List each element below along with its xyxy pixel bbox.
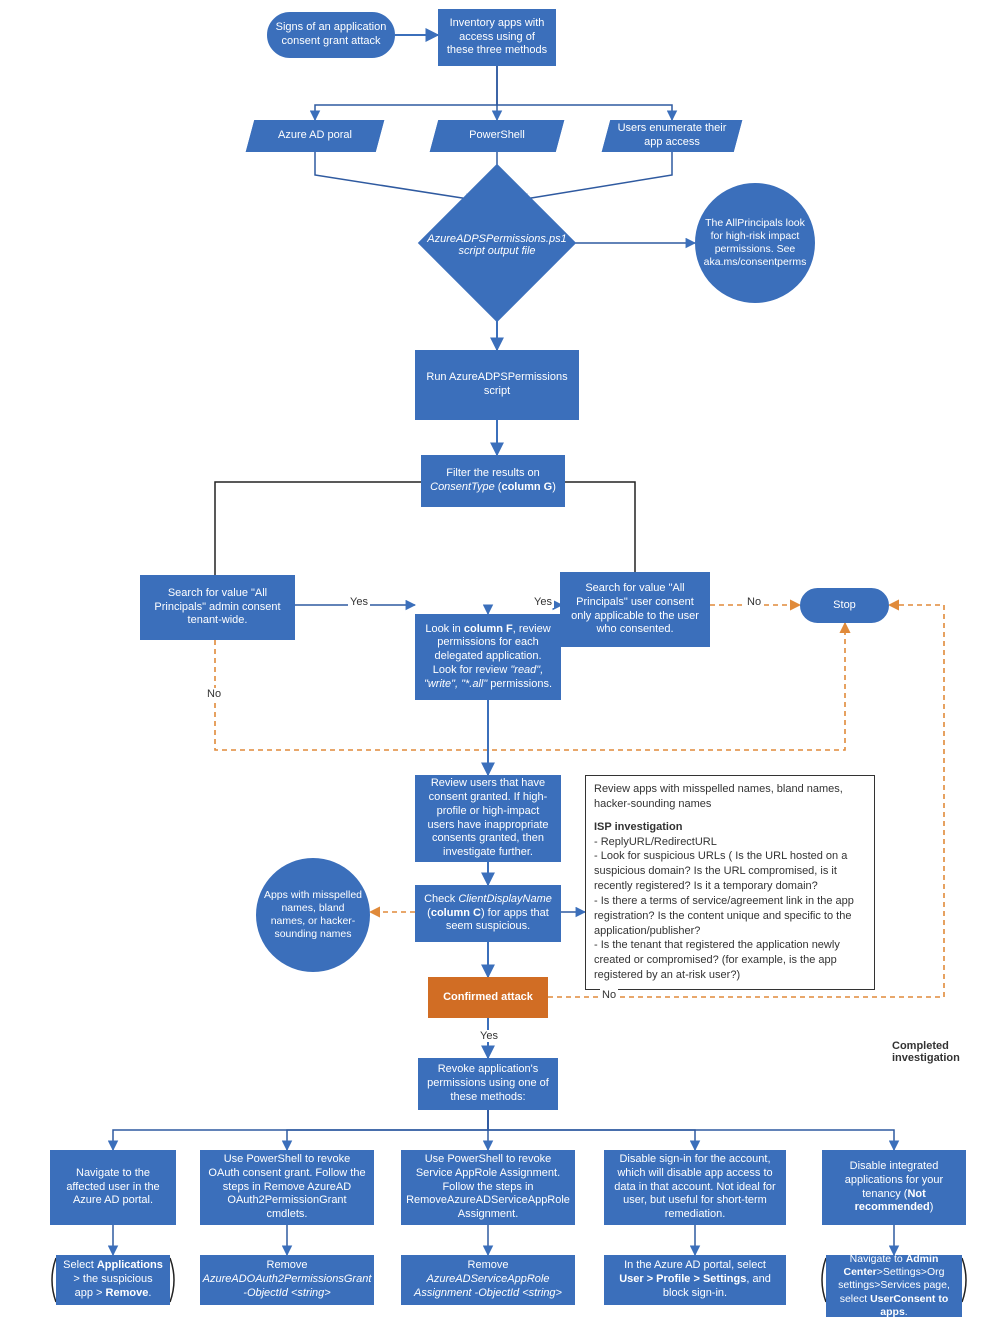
method2-label: Use PowerShell to revoke OAuth consent g… <box>207 1153 367 1222</box>
inventory-step: Inventory apps with access using of thes… <box>438 9 556 66</box>
method1-action-label: Select Applications > the suspicious app… <box>63 1259 163 1300</box>
check-client-step: Check ClientDisplayName (column C) for a… <box>415 885 561 942</box>
note-app-names-label: Apps with misspelled names, bland names,… <box>263 889 363 942</box>
method-azure-portal: Azure AD poral <box>246 120 385 152</box>
method3-ps-approle: Use PowerShell to revoke Service AppRole… <box>401 1150 575 1225</box>
edge-label-yes-confirmed: Yes <box>478 1030 500 1042</box>
confirmed-label: Confirmed attack <box>443 991 533 1005</box>
review-users-label: Review users that have consent granted. … <box>422 777 554 860</box>
method5-disable-integrated: Disable integrated applications for your… <box>822 1150 966 1225</box>
method5-action: Navigate to Admin Center>Settings>Org se… <box>826 1255 962 1317</box>
check-client-label: Check ClientDisplayName (column C) for a… <box>422 893 554 934</box>
note-app-names: Apps with misspelled names, bland names,… <box>256 858 370 972</box>
search-user-step: Search for value "All Principals" user c… <box>560 572 710 647</box>
review-users-step: Review users that have consent granted. … <box>415 775 561 862</box>
method4-action: In the Azure AD portal, select User > Pr… <box>604 1255 786 1305</box>
filter-step: Filter the results on ConsentType (colum… <box>421 455 565 507</box>
annotation-header: Review apps with misspelled names, bland… <box>594 782 866 812</box>
method2-action-label: Remove AzureADOAuth2PermissionsGrant -Ob… <box>203 1259 372 1300</box>
method-users-enum-label: Users enumerate their app access <box>617 122 727 150</box>
annotation-b2: - Look for suspicious URLs ( Is the URL … <box>594 849 866 894</box>
method1-action: Select Applications > the suspicious app… <box>56 1255 170 1305</box>
filter-label: Filter the results on ConsentType (colum… <box>428 467 558 495</box>
edge-label-no-left: No <box>205 688 223 700</box>
method4-label: Disable sign-in for the account, which w… <box>611 1153 779 1222</box>
method3-action: Remove AzureADServiceAppRole Assignment … <box>401 1255 575 1305</box>
annotation-b3: - Is there a terms of service/agreement … <box>594 894 866 939</box>
method5-label: Disable integrated applications for your… <box>829 1160 959 1215</box>
method3-action-label: Remove AzureADServiceAppRole Assignment … <box>408 1259 568 1300</box>
run-script-step: Run AzureADPSPermissions script <box>415 350 579 420</box>
start-terminator: Signs of an application consent grant at… <box>267 12 395 58</box>
search-user-label: Search for value "All Principals" user c… <box>567 582 703 637</box>
completed-investigation-label: Completed investigation <box>890 1040 991 1064</box>
edge-label-no-right: No <box>745 596 763 608</box>
look-columnf-step: Look in column F, review permissions for… <box>415 614 561 700</box>
method-powershell-label: PowerShell <box>469 129 525 143</box>
method4-disable-signin: Disable sign-in for the account, which w… <box>604 1150 786 1225</box>
method-powershell: PowerShell <box>430 120 565 152</box>
confirmed-attack-step: Confirmed attack <box>428 977 548 1018</box>
revoke-step: Revoke application's permissions using o… <box>418 1058 558 1110</box>
note-allprincipals-label: The AllPrincipals look for high-risk imp… <box>702 217 808 270</box>
note-allprincipals: The AllPrincipals look for high-risk imp… <box>695 183 815 303</box>
method3-label: Use PowerShell to revoke Service AppRole… <box>406 1153 570 1222</box>
method2-action: Remove AzureADOAuth2PermissionsGrant -Ob… <box>200 1255 374 1305</box>
annotation-b1: - ReplyURL/RedirectURL <box>594 835 866 850</box>
method-azure-portal-label: Azure AD poral <box>278 129 352 143</box>
flowchart-canvas: Signs of an application consent grant at… <box>0 0 991 1329</box>
method4-action-label: In the Azure AD portal, select User > Pr… <box>611 1259 779 1300</box>
method2-ps-oauth: Use PowerShell to revoke OAuth consent g… <box>200 1150 374 1225</box>
search-admin-step: Search for value "All Principals" admin … <box>140 575 295 640</box>
revoke-label: Revoke application's permissions using o… <box>425 1063 551 1104</box>
edge-label-no-confirmed: No <box>600 989 618 1001</box>
stop-label: Stop <box>833 599 856 613</box>
edge-label-yes-left: Yes <box>348 596 370 608</box>
method5-action-label: Navigate to Admin Center>Settings>Org se… <box>833 1253 955 1319</box>
method1-navigate: Navigate to the affected user in the Azu… <box>50 1150 176 1225</box>
investigation-annotation: Review apps with misspelled names, bland… <box>585 775 875 990</box>
stop-terminator: Stop <box>800 588 889 623</box>
run-script-label: Run AzureADPSPermissions script <box>422 371 572 399</box>
look-columnf-label: Look in column F, review permissions for… <box>422 623 554 692</box>
decision-script-output-label: AzureADPSPermissions.ps1 script output f… <box>414 205 580 285</box>
edge-label-yes-right: Yes <box>532 596 554 608</box>
method-users-enumerate: Users enumerate their app access <box>602 120 743 152</box>
annotation-isp-title: ISP investigation <box>594 821 682 833</box>
inventory-label: Inventory apps with access using of thes… <box>445 17 549 58</box>
annotation-b4: - Is the tenant that registered the appl… <box>594 938 866 983</box>
search-admin-label: Search for value "All Principals" admin … <box>147 587 288 628</box>
method1-label: Navigate to the affected user in the Azu… <box>57 1167 169 1208</box>
start-label: Signs of an application consent grant at… <box>274 21 388 49</box>
